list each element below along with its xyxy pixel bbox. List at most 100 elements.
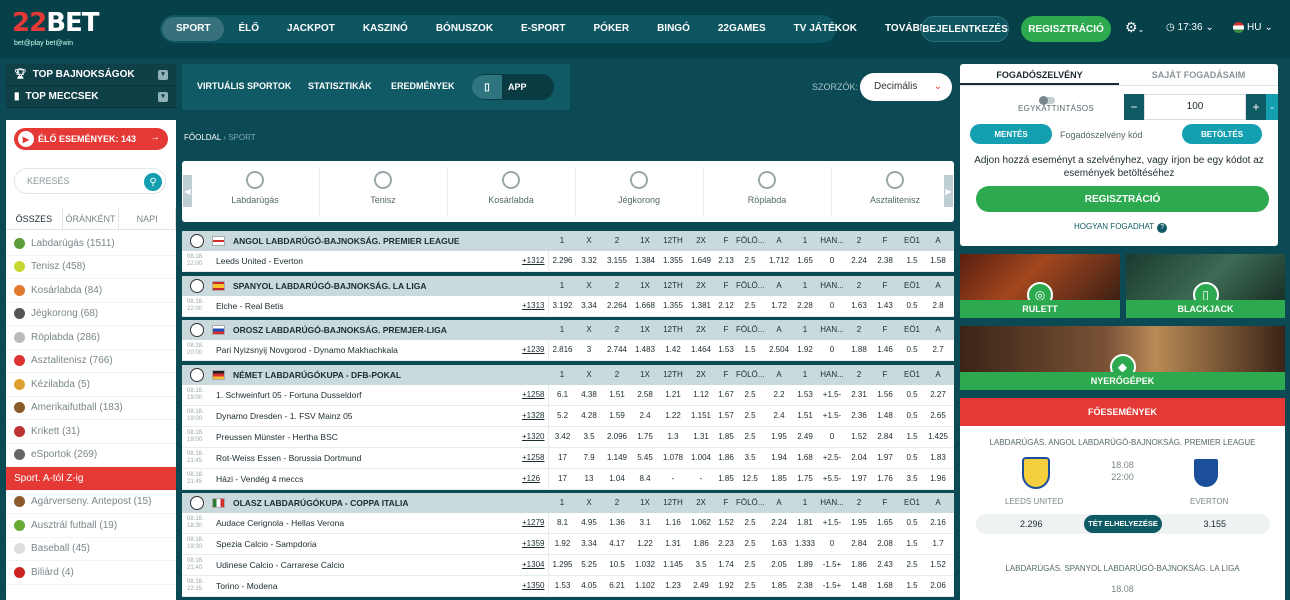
sidebar-item-sport[interactable]: Tenisz (458) (6, 256, 176, 279)
odd-cell[interactable]: 0.5 (899, 448, 925, 468)
odd-cell[interactable]: 1.53 (548, 576, 576, 596)
odd-cell[interactable]: 1.95 (765, 427, 793, 447)
odd-cell[interactable]: 1.53 (792, 385, 818, 405)
odd-cell[interactable]: 1.21 (659, 385, 687, 405)
sidebar-item-sport[interactable]: Kézilabda (5) (6, 373, 176, 397)
top-leagues-toggle[interactable]: 🏆︎ TOP BAJNOKSÁGOK ▾ (6, 64, 176, 86)
tab-sport-4[interactable]: Röplabda (703, 171, 831, 205)
odd-cell[interactable]: 1.22 (659, 406, 687, 426)
odd-cell[interactable]: 1.85 (715, 469, 737, 489)
odd-cell[interactable]: 1.94 (765, 448, 793, 468)
odd-cell[interactable]: 0.5 (899, 513, 925, 533)
tab-sport-2[interactable]: Kosárlabda (447, 171, 575, 205)
tab-0[interactable]: ÖSSZES (6, 208, 63, 229)
more-markets-link[interactable]: +1320 (522, 427, 544, 447)
odd-cell[interactable]: 0.5 (899, 340, 925, 360)
nav-bing-[interactable]: Bingó (643, 17, 704, 41)
odd-cell[interactable]: 2.816 (548, 340, 576, 360)
odd-cell[interactable]: +1.5- (818, 513, 846, 533)
odd-cell[interactable]: 0 (818, 534, 846, 554)
language-selector[interactable]: HU ⌄ (1233, 22, 1273, 33)
odd-cell[interactable]: 1.85 (765, 576, 793, 596)
more-markets-link[interactable]: +1328 (522, 406, 544, 426)
odd-cell[interactable]: 2.504 (765, 340, 793, 360)
odd-cell[interactable]: 1.52 (715, 513, 737, 533)
table-row[interactable]: 08.18. 22:00 Elche - Real Betis +1313 3.192 3… (182, 296, 954, 317)
odd-cell[interactable]: 2.5 (736, 251, 764, 271)
sidebar-item-sport[interactable]: Labdarúgás (1511) (6, 232, 176, 256)
odd-cell[interactable]: 1.83 (925, 448, 951, 468)
blackjack-tile[interactable]: ▯ BLACKJACK (1126, 254, 1285, 318)
odd-cell[interactable]: 1.92 (548, 534, 576, 554)
sidebar-item-sport[interactable]: Amerikaifutball (183) (6, 397, 176, 420)
plus-icon[interactable]: + (1246, 94, 1266, 120)
odd-cell[interactable]: 2.264 (603, 296, 631, 316)
odd-cell[interactable]: 2.36 (845, 406, 873, 426)
odd-cell[interactable]: 0 (818, 251, 846, 271)
top-matches-toggle[interactable]: ▮ TOP MECCSEK ▾ (6, 86, 176, 108)
odd-cell[interactable]: 5.25 (575, 555, 603, 575)
load-button[interactable]: BETÖLTÉS (1182, 124, 1262, 144)
odd-cell[interactable]: 1.96 (925, 469, 951, 489)
odd-cell[interactable]: 3.1 (631, 513, 659, 533)
nav-jackpot[interactable]: Jackpot (273, 17, 349, 41)
odd-cell[interactable]: 1.22 (631, 534, 659, 554)
odd-cell[interactable]: -1.5+ (818, 555, 846, 575)
league-header[interactable]: OROSZ LABDARÚGÓ-BAJNOKSÁG. PREMJER-LIGA 1… (182, 320, 954, 340)
odd-cell[interactable]: 1.12 (687, 385, 715, 405)
odd-cell[interactable]: 1.48 (845, 576, 873, 596)
odd-cell[interactable]: 0 (818, 340, 846, 360)
odd-cell[interactable]: 1.333 (792, 534, 818, 554)
odd-cell[interactable]: 1.004 (687, 448, 715, 468)
sidebar-item-sport[interactable]: Krikett (31) (6, 420, 176, 444)
odd-cell[interactable]: 4.05 (575, 576, 603, 596)
sidebar-item-sport[interactable]: Kosárlabda (84) (6, 279, 176, 303)
odd-cell[interactable]: 2.49 (792, 427, 818, 447)
match-teams[interactable]: Házi - Vendég 4 meccs (216, 469, 303, 489)
odd-cell[interactable]: 1.355 (659, 296, 687, 316)
more-markets-link[interactable]: +1304 (522, 555, 544, 575)
odd-cell[interactable]: 1.145 (659, 555, 687, 575)
odd-cell[interactable]: 1.65 (792, 251, 818, 271)
odd-cell[interactable]: 2.5 (736, 576, 764, 596)
odd-cell[interactable]: 0 (818, 296, 846, 316)
odd-cell[interactable]: 1.31 (687, 427, 715, 447)
odd-cell[interactable]: 2.84 (872, 427, 898, 447)
sidebar-item-sport[interactable]: Ausztrál futball (19) (6, 514, 176, 538)
more-markets-link[interactable]: +1258 (522, 448, 544, 468)
match-teams[interactable]: Pari Nyizsnyij Novgorod - Dynamo Makhach… (216, 340, 398, 360)
odd-cell[interactable]: 1.36 (603, 513, 631, 533)
odd-cell[interactable]: 1.63 (845, 296, 873, 316)
odd-cell[interactable]: 1.85 (765, 469, 793, 489)
minus-icon[interactable]: − (1124, 94, 1144, 120)
slots-tile[interactable]: ◆ NYERŐGÉPEK (960, 326, 1285, 390)
odd-cell[interactable]: 2.5 (736, 385, 764, 405)
odd-cell[interactable]: 1.58 (925, 251, 951, 271)
odd-cell[interactable]: 6.1 (548, 385, 576, 405)
odd-cell[interactable]: 2.5 (736, 296, 764, 316)
odd-cell[interactable]: 1.74 (715, 555, 737, 575)
odd-cell[interactable]: 1.42 (659, 340, 687, 360)
odd-cell[interactable]: 2.65 (925, 406, 951, 426)
odd-cell[interactable]: 3.5 (575, 427, 603, 447)
odd-cell[interactable]: 1.92 (792, 340, 818, 360)
nav-e-sport[interactable]: E-Sport (507, 17, 579, 41)
table-row[interactable]: 08.18. 22:00 Leeds United - Everton +1312 2.… (182, 251, 954, 272)
more-markets-link[interactable]: +126 (522, 469, 540, 489)
odd-cell[interactable]: 2.8 (925, 296, 951, 316)
odd-cell[interactable]: 1.86 (715, 448, 737, 468)
tab-sport-5[interactable]: Asztalitenisz (831, 171, 959, 205)
odd-cell[interactable]: 12.5 (736, 469, 764, 489)
odd-cell[interactable]: 2.43 (872, 555, 898, 575)
register-button[interactable]: REGISZTRÁCIÓ (1021, 16, 1111, 42)
odd-cell[interactable]: 1.102 (631, 576, 659, 596)
odd-cell[interactable]: 1.381 (687, 296, 715, 316)
odd-cell[interactable]: 1.97 (872, 448, 898, 468)
odd-cell[interactable]: 2.24 (765, 513, 793, 533)
odd-cell[interactable]: 2.58 (631, 385, 659, 405)
odd-cell[interactable]: 3.32 (575, 251, 603, 271)
table-row[interactable]: 08.18. 21:45 Rot-Weiss Essen - Borussia Do… (182, 448, 954, 469)
odd-cell[interactable]: 1.97 (845, 469, 873, 489)
odd-cell[interactable]: 1.57 (715, 406, 737, 426)
odd-cell[interactable]: 2.4 (765, 406, 793, 426)
